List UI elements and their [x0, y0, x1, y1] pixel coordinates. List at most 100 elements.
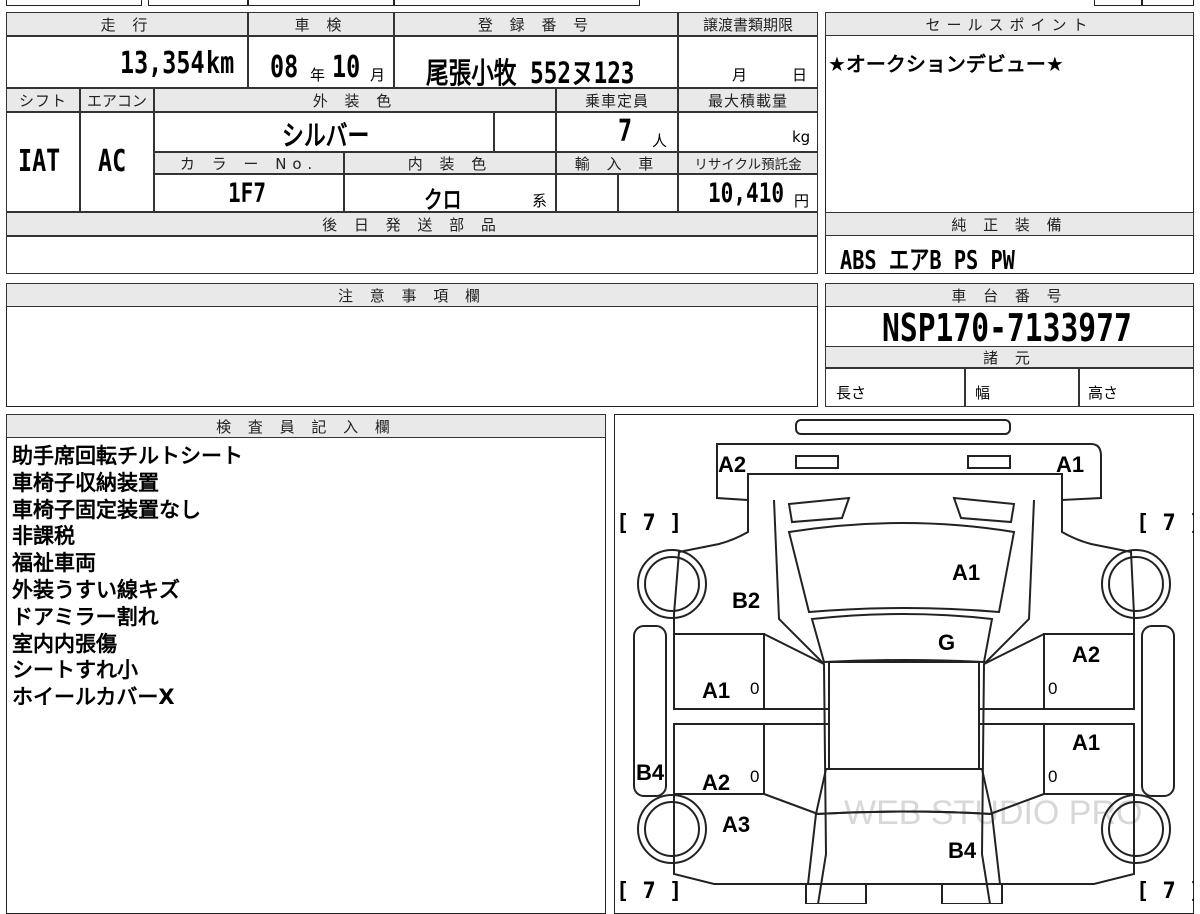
spec-length-label: 長さ	[836, 384, 867, 402]
mileage-header: 走 行	[6, 12, 248, 36]
inspector-note: 外装うすい線キズ	[12, 577, 180, 602]
recycle-unit: 円	[794, 192, 810, 210]
left-headlight	[795, 455, 839, 469]
tire-tread-mark: [ 7 ]	[1136, 511, 1194, 536]
left-sill	[674, 708, 829, 725]
damage-label: B4	[636, 760, 665, 785]
shift-header: シフト	[6, 88, 80, 112]
wheel-front-left-inner	[644, 556, 700, 612]
shift-value: IAT	[18, 144, 61, 179]
import-cell-1	[556, 174, 618, 212]
chassis-number-value: NSP170-7133977	[882, 306, 1132, 350]
top-strip-cell-3	[248, 0, 394, 6]
exterior-color-header: 外 装 色	[154, 88, 556, 112]
inspector-note: 助手席回転チルトシート	[12, 444, 243, 468]
roof-panel	[828, 661, 980, 770]
right-step	[1141, 625, 1175, 797]
aircon-header: エアコン	[80, 88, 154, 112]
hood-outline	[716, 443, 1102, 502]
damage-label: G	[938, 630, 955, 655]
damage-label: A2	[1072, 642, 1100, 667]
inspector-note: 福祉車両	[12, 551, 96, 576]
import-header: 輸 入 車	[556, 152, 678, 174]
inspector-note: ホイールカバーX	[12, 685, 175, 710]
door-zero-mark: 0	[750, 767, 759, 786]
color-no-header: カ ラ ー No.	[154, 152, 344, 174]
inspector-notes: 助手席回転チルトシート 車椅子収納装置 車椅子固定装置なし 非課税 福祉車両 外…	[12, 443, 243, 711]
chassis-number-header: 車 台 番 号	[825, 283, 1194, 307]
max-load-unit: kg	[792, 128, 811, 146]
wheel-front-left	[637, 549, 707, 619]
top-strip-cell-4	[394, 0, 640, 6]
interior-color-suffix: 系	[532, 192, 548, 210]
color-no-value: 1F7	[228, 178, 267, 209]
roof-front	[810, 613, 994, 664]
recycle-header: リサイクル預託金	[678, 152, 818, 174]
inspection-year: 08	[270, 50, 299, 85]
transfer-deadline-header: 譲渡書類期限	[678, 12, 818, 36]
door-zero-mark: 0	[1048, 679, 1057, 698]
inspector-note: 車椅子収納装置	[12, 470, 159, 495]
right-wiper-area	[952, 496, 1016, 524]
import-cell-2	[618, 174, 678, 212]
inspection-year-unit: 年	[310, 66, 326, 84]
interior-color-header: 内 装 色	[344, 152, 556, 174]
right-headlight	[967, 455, 1011, 469]
tire-tread-mark: [ 7 ]	[616, 511, 682, 536]
rear-bumper-left	[805, 883, 867, 904]
damage-label: A2	[718, 452, 746, 477]
registration-number: 尾張小牧 552ヌ123	[426, 56, 635, 90]
windshield	[787, 522, 1016, 614]
sales-point-text: ★オークションデビュー★	[828, 52, 1064, 76]
inspection-month-unit: 月	[370, 66, 386, 84]
capacity-unit: 人	[652, 132, 668, 150]
caution-header: 注 意 事 項 欄	[6, 283, 818, 307]
wheel-front-right-inner	[1108, 556, 1164, 612]
capacity-header: 乗車定員	[556, 88, 678, 112]
deadline-month-unit: 月	[732, 66, 748, 84]
mileage-value: 13,354	[120, 46, 205, 81]
inspection-month: 10	[332, 50, 361, 85]
capacity-value: 7	[618, 114, 633, 149]
damage-label: A1	[1072, 730, 1100, 755]
genuine-equipment-header: 純 正 装 備	[825, 212, 1194, 236]
wheel-front-right	[1101, 549, 1171, 619]
deadline-day-unit: 日	[792, 66, 808, 84]
top-strip-cell-1	[6, 0, 142, 6]
damage-label: A1	[702, 678, 730, 703]
wheel-rear-left	[637, 794, 707, 864]
inspector-note: 車椅子固定装置なし	[12, 497, 201, 522]
left-wiper-area	[787, 496, 851, 524]
damage-label: A1	[952, 560, 980, 585]
tire-tread-mark: [ 7 ]	[616, 879, 682, 904]
top-strip-cell-6	[1142, 0, 1194, 6]
exterior-color-value: シルバー	[282, 119, 370, 152]
damage-label: B4	[948, 838, 977, 863]
inspection-header: 車 検	[248, 12, 394, 36]
inspector-note: シートすれ小	[12, 658, 138, 683]
later-parts-header: 後 日 発 送 部 品	[6, 212, 818, 236]
top-strip-cell-5	[1094, 0, 1142, 6]
side-left	[773, 499, 828, 904]
damage-label: B2	[732, 588, 760, 613]
later-parts-cell	[6, 236, 818, 274]
door-zero-mark: 0	[750, 679, 759, 698]
wheel-rear-left-inner	[644, 801, 700, 857]
front-bumper-bar	[795, 419, 1011, 435]
inspector-note: ドアミラー割れ	[12, 604, 159, 629]
interior-color-value: クロ	[424, 186, 462, 214]
genuine-equipment-value: ABS エアB PS PW	[840, 246, 1015, 276]
door-zero-mark: 0	[1048, 767, 1057, 786]
spec-width-label: 幅	[975, 384, 991, 402]
damage-label: A1	[1056, 452, 1084, 477]
inspector-header: 検 査 員 記 入 欄	[6, 414, 606, 438]
rear-outline-left	[673, 794, 806, 885]
car-diagram: WEB STUDIO PRO A2 A1 A1 B2 G A2 A1 A1 B4…	[616, 419, 1194, 904]
right-sill	[979, 708, 1134, 725]
inspector-note: 室内内張傷	[12, 631, 117, 656]
registration-header: 登 録 番 号	[394, 12, 678, 36]
sales-point-header: セールスポイント	[825, 12, 1194, 36]
damage-label: A2	[702, 770, 730, 795]
tire-tread-mark: [ 7 ]	[1136, 879, 1194, 904]
inspector-note: 非課税	[12, 524, 75, 549]
